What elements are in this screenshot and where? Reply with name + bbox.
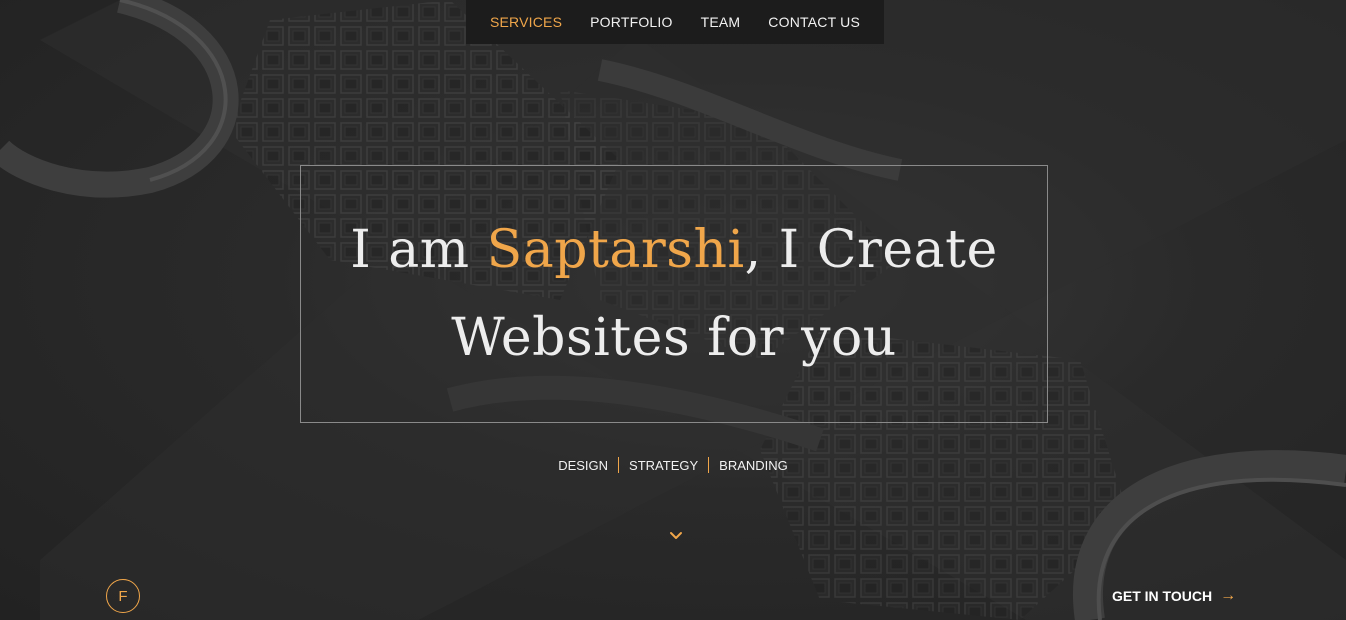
nav-contact-link[interactable]: CONTACT US	[768, 14, 860, 30]
tag-branding: BRANDING	[719, 457, 788, 473]
logo-badge[interactable]: F	[106, 579, 140, 613]
headline-frame: I am Saptarshi, I Create Websites for yo…	[300, 165, 1048, 423]
tag-strategy: STRATEGY	[629, 457, 699, 473]
chevron-down-icon[interactable]	[668, 530, 684, 542]
cta-label: GET IN TOUCH	[1112, 588, 1213, 604]
nav-services-link[interactable]: SERVICES	[490, 14, 562, 30]
logo-letter: F	[118, 587, 128, 605]
tag-design: DESIGN	[558, 457, 609, 473]
headline-line-2: Websites for you	[451, 308, 897, 368]
headline-suffix: , I Create	[744, 220, 998, 280]
nav-team-link[interactable]: TEAM	[701, 14, 741, 30]
headline-line-1: I am Saptarshi, I Create	[350, 206, 998, 294]
nav-portfolio-link[interactable]: PORTFOLIO	[590, 14, 672, 30]
hero-section: SERVICES PORTFOLIO TEAM CONTACT US I am …	[0, 0, 1346, 620]
headline-name: Saptarshi	[486, 220, 745, 280]
get-in-touch-button[interactable]: GET IN TOUCH →	[1112, 587, 1236, 605]
top-navigation: SERVICES PORTFOLIO TEAM CONTACT US	[466, 0, 884, 44]
headline-prefix: I am	[350, 220, 487, 280]
arrow-right-icon: →	[1220, 587, 1237, 604]
service-tags: DESIGN STRATEGY BRANDING	[0, 457, 1346, 473]
